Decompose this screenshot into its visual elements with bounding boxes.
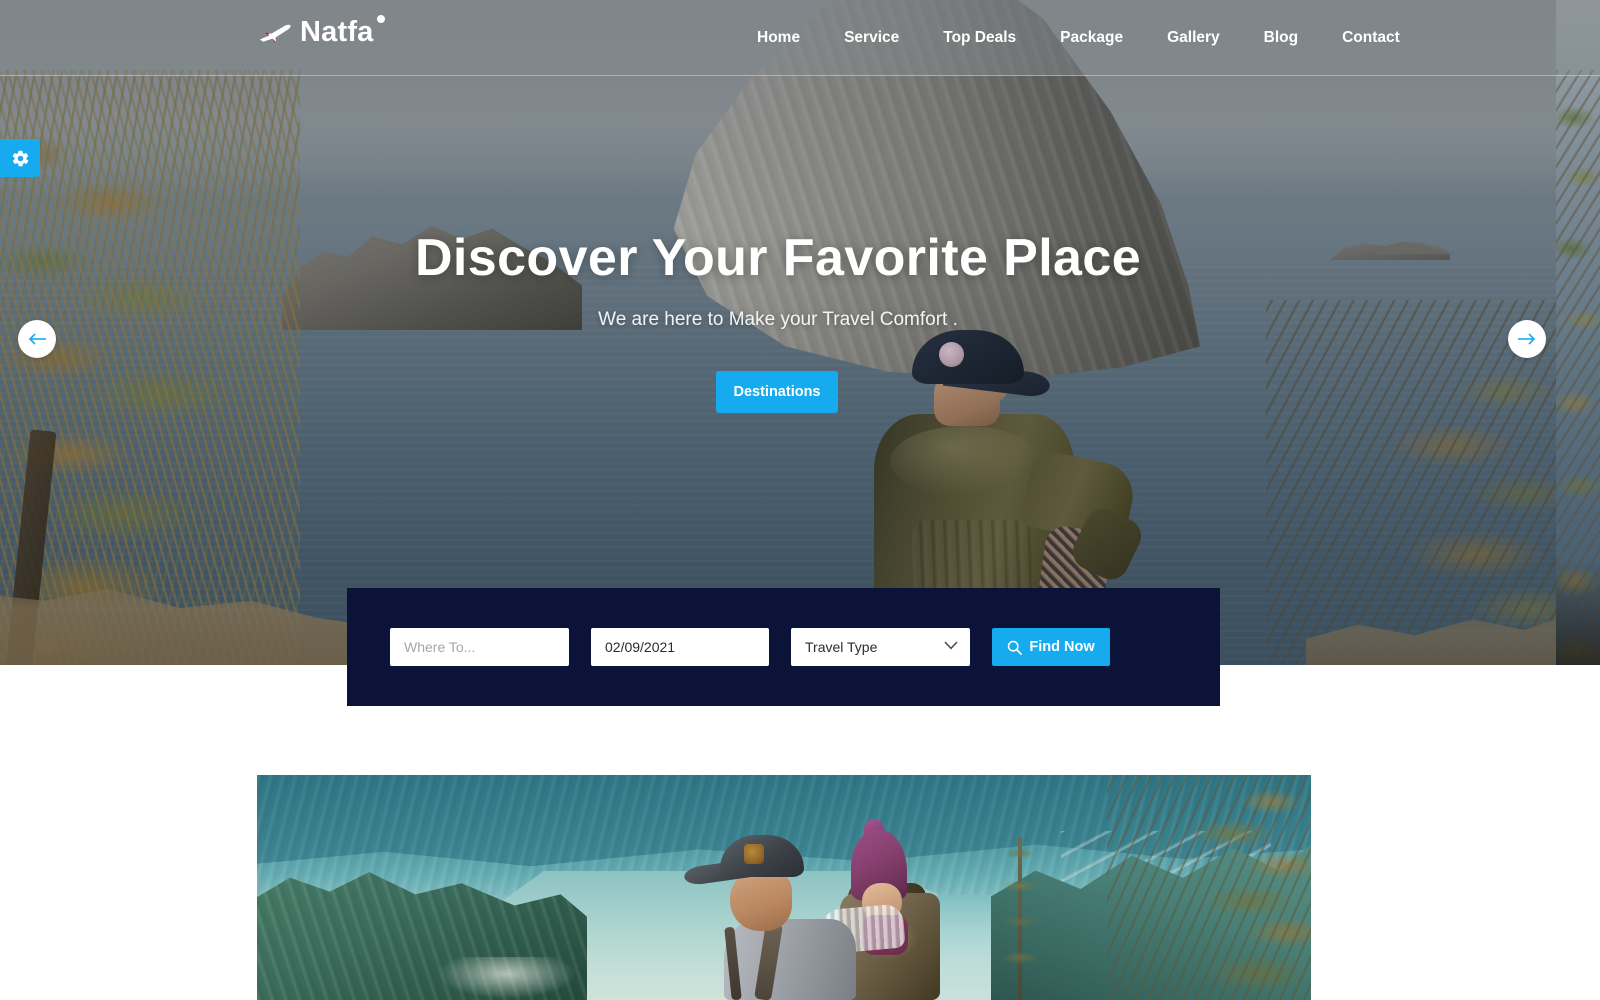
right-edge-strip — [1556, 0, 1600, 1000]
hiker-cap-patch — [744, 844, 764, 864]
search-icon — [1008, 640, 1023, 655]
nav-item-service[interactable]: Service — [822, 0, 921, 76]
hero-banner — [0, 0, 1556, 665]
nav-item-home[interactable]: Home — [735, 0, 822, 76]
carousel-prev-button[interactable] — [18, 320, 56, 358]
date-input[interactable] — [591, 628, 769, 666]
nav-item-gallery[interactable]: Gallery — [1145, 0, 1242, 76]
brand-name: Natfa — [300, 16, 374, 48]
lake-photo — [257, 775, 1311, 1000]
arrow-right-icon — [1518, 333, 1536, 345]
brand-dot-icon — [376, 15, 385, 23]
settings-tab-button[interactable] — [0, 139, 40, 177]
nav-item-contact[interactable]: Contact — [1320, 0, 1422, 76]
travel-type-select-wrapper: Travel Type — [791, 628, 970, 666]
travel-type-select[interactable]: Travel Type — [791, 628, 970, 666]
where-to-input[interactable] — [390, 628, 569, 666]
search-panel: Travel Type Find Now — [347, 588, 1220, 706]
find-now-label: Find Now — [1029, 639, 1095, 655]
carousel-next-button[interactable] — [1508, 320, 1546, 358]
strip-header-overlay — [1556, 0, 1600, 76]
shoreline-highlight — [437, 957, 577, 999]
hero-background-image — [0, 0, 1556, 665]
strip-dark-foreground — [1556, 560, 1600, 665]
brand-logo[interactable]: Natfa — [258, 15, 385, 48]
nav-item-blog[interactable]: Blog — [1242, 0, 1320, 76]
main-viewport-column: Natfa Home Service Top Deals Package Gal… — [0, 0, 1556, 1000]
page-root: Natfa Home Service Top Deals Package Gal… — [0, 0, 1600, 1000]
main-navigation: Home Service Top Deals Package Gallery B… — [735, 0, 1422, 76]
destinations-button[interactable]: Destinations — [716, 371, 838, 413]
site-header: Natfa Home Service Top Deals Package Gal… — [0, 0, 1556, 76]
nav-item-top-deals[interactable]: Top Deals — [921, 0, 1038, 76]
airplane-icon — [260, 24, 291, 43]
right-conifer-needles — [1107, 775, 1311, 1000]
nav-item-package[interactable]: Package — [1038, 0, 1145, 76]
feature-image-section — [257, 775, 1311, 1000]
arrow-left-icon — [28, 333, 46, 345]
hiker-with-child — [683, 819, 1042, 1000]
hero-overlay-tint — [0, 0, 1556, 665]
gear-icon — [12, 150, 28, 166]
hiker-torso — [724, 919, 856, 1000]
find-now-button[interactable]: Find Now — [992, 628, 1110, 666]
